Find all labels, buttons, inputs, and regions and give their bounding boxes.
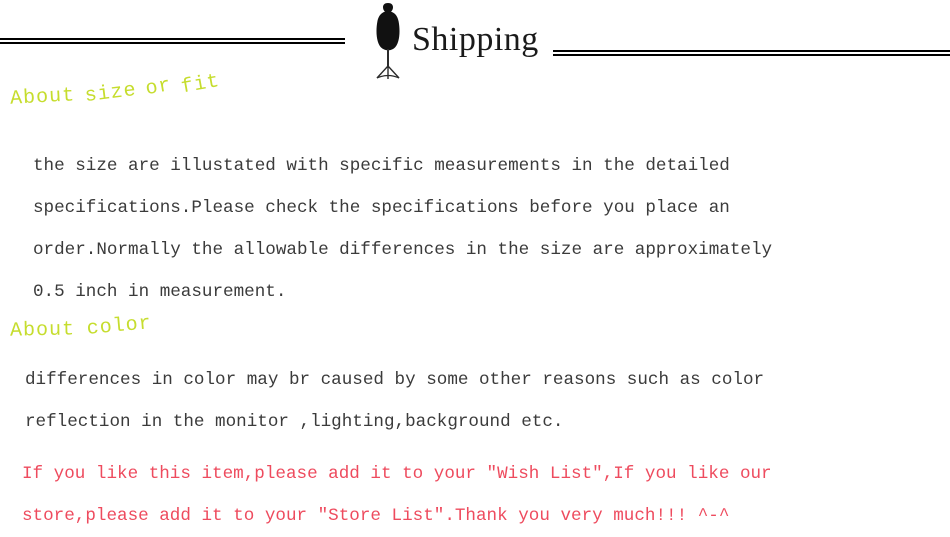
mannequin-dress-form-icon <box>376 2 400 79</box>
heading-word: color <box>85 312 153 341</box>
page-title: Shipping <box>412 21 539 58</box>
text-line: the size are illustated with specific me… <box>33 156 730 176</box>
text-line: order.Normally the allowable differences… <box>33 240 773 260</box>
promo-paragraph: If you like this item,please add it to y… <box>22 453 772 537</box>
header-divider-right <box>553 50 950 56</box>
section-heading-size: About size or fit <box>9 70 222 111</box>
text-line: store,please add it to your "Store List"… <box>22 506 730 526</box>
text-line: reflection in the monitor ,lighting,back… <box>25 412 564 432</box>
heading-word: or <box>143 74 174 102</box>
page-header: Shipping <box>0 0 950 82</box>
size-info-paragraph: the size are illustated with specific me… <box>33 145 772 313</box>
heading-word: About <box>9 318 76 343</box>
text-line: specifications.Please check the specific… <box>33 198 730 218</box>
section-heading-color: About color <box>9 312 153 343</box>
text-line: If you like this item,please add it to y… <box>22 464 772 484</box>
heading-word: About <box>9 84 76 111</box>
text-line: differences in color may br caused by so… <box>25 370 765 390</box>
header-divider-left <box>0 38 345 44</box>
heading-word: size <box>83 78 138 109</box>
color-info-paragraph: differences in color may br caused by so… <box>25 359 764 443</box>
text-line: 0.5 inch in measurement. <box>33 282 287 302</box>
